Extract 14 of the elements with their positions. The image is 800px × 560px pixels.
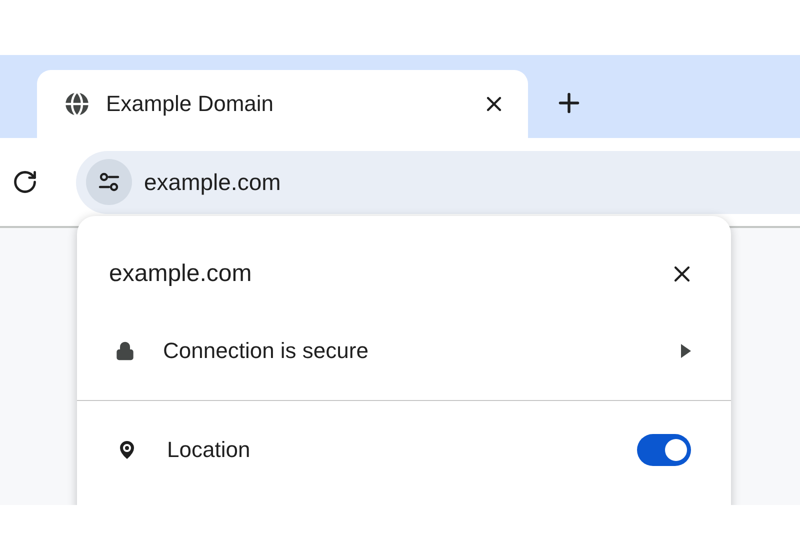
lock-icon <box>115 341 135 361</box>
address-bar[interactable]: example.com <box>76 150 800 214</box>
connection-row[interactable]: Connection is secure <box>77 316 731 386</box>
caret-icon <box>681 344 691 358</box>
tab-title: Example Domain <box>106 91 275 117</box>
site-info-button[interactable] <box>86 159 132 205</box>
permission-label: Location <box>167 437 252 463</box>
address-text: example.com <box>144 168 281 196</box>
permission-toggle[interactable] <box>637 434 691 466</box>
tune-icon <box>97 170 121 194</box>
reload-button[interactable] <box>12 169 38 195</box>
browser-tab[interactable]: Example Domain <box>37 70 528 138</box>
connection-label: Connection is secure <box>163 338 370 364</box>
popup-title: example.com <box>109 260 252 288</box>
